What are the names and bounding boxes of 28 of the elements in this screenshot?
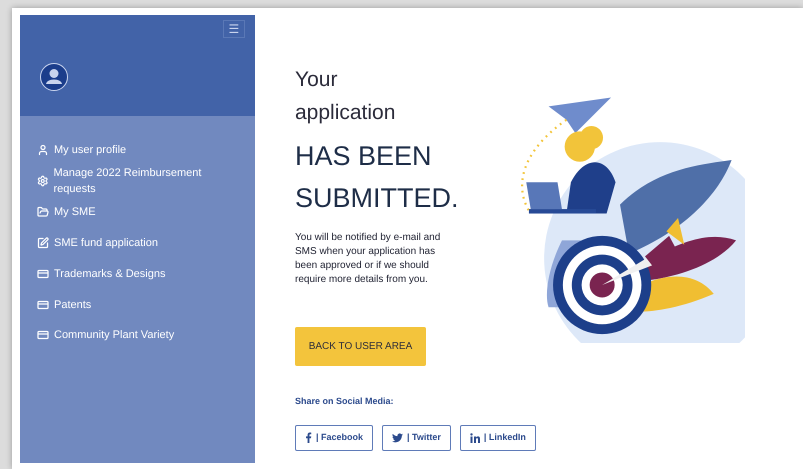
bird-icon xyxy=(392,432,404,442)
avatar-icon xyxy=(40,63,68,91)
sidebar-item[interactable]: My SME xyxy=(37,202,238,222)
share-label: Share on Social Media: xyxy=(295,395,395,408)
user-icon xyxy=(37,144,49,156)
back-button[interactable]: BACK TO USER AREA xyxy=(295,327,426,366)
folder-icon xyxy=(37,206,49,218)
pen-square-icon xyxy=(37,237,49,249)
card-icon xyxy=(37,299,49,311)
sidebar-item[interactable]: Community Plant Variety xyxy=(37,325,238,345)
message-text: You will be notified by e-mail and SMS when your application has been approved or if we should require more details from you. xyxy=(295,231,442,287)
heading-line: Your xyxy=(295,67,338,93)
card-icon xyxy=(37,329,49,341)
facebook-icon xyxy=(305,432,312,443)
share-button[interactable]: | Facebook xyxy=(295,424,374,450)
heading-line: application xyxy=(295,100,396,126)
sidebar-item[interactable]: My user profile xyxy=(37,140,238,160)
card-icon xyxy=(37,268,49,280)
sidebar-item[interactable]: SME fund application xyxy=(37,233,238,253)
heading-line: SUBMITTED. xyxy=(295,182,460,215)
heading-line: HAS BEEN xyxy=(295,140,433,173)
share-button[interactable]: | Twitter xyxy=(382,424,451,450)
gear-icon xyxy=(37,175,48,187)
sidebar-item[interactable]: Trademarks & Designs xyxy=(37,264,238,284)
linkedin-icon xyxy=(470,432,480,442)
menu-button[interactable]: ☰ xyxy=(223,20,245,38)
sidebar-item[interactable]: Patents xyxy=(37,295,238,315)
share-button[interactable]: | LinkedIn xyxy=(460,424,536,450)
